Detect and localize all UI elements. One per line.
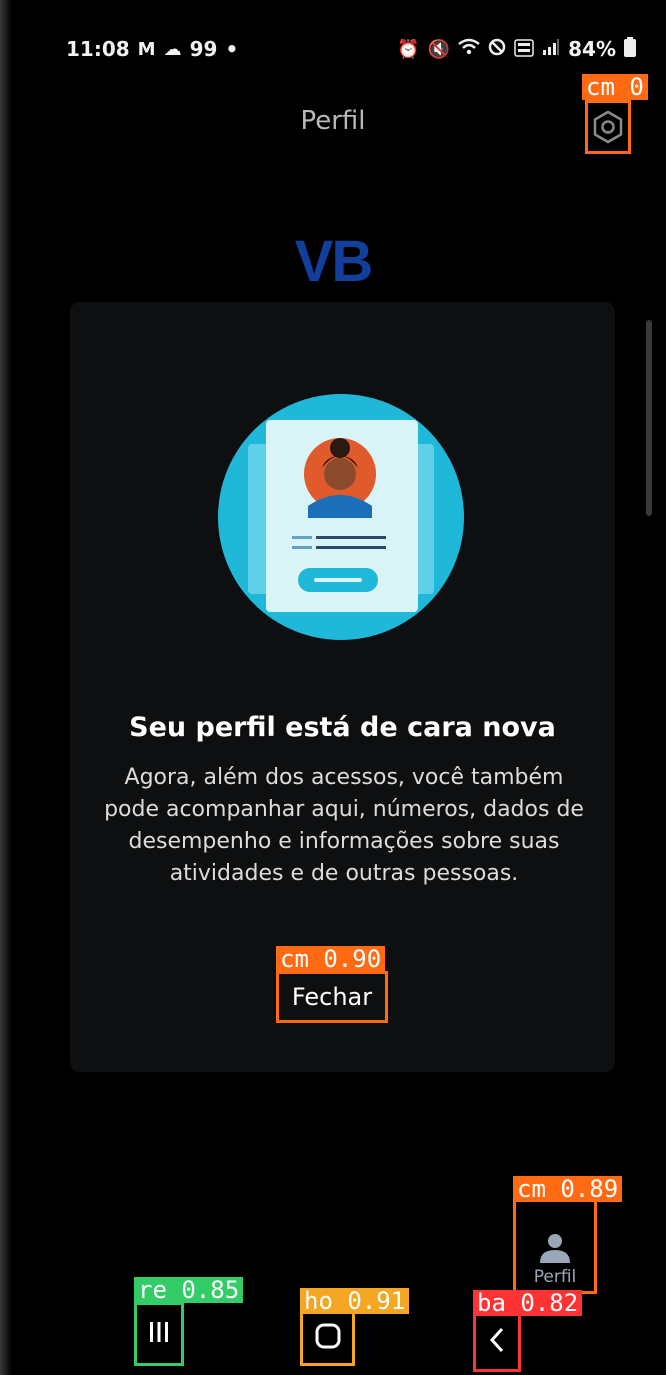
home-icon xyxy=(314,1322,342,1354)
home-button[interactable] xyxy=(300,1310,355,1366)
signal-icon xyxy=(542,38,560,60)
close-button[interactable]: Fechar xyxy=(276,971,388,1023)
status-right: ⏰ 🔇 84% xyxy=(397,36,636,62)
recents-icon xyxy=(146,1319,172,1349)
detection-label-recents: re 0.85 xyxy=(134,1277,244,1303)
settings-hex-icon xyxy=(591,110,625,144)
person-icon xyxy=(538,1233,572,1267)
status-bar: 11:08 M ☁ 99 • ⏰ 🔇 84% xyxy=(66,34,636,64)
modal-body-text: Agora, além dos acessos, você também pod… xyxy=(104,765,584,886)
wifi-icon xyxy=(458,38,480,61)
back-button[interactable] xyxy=(473,1312,521,1372)
battery-percent: 84% xyxy=(568,37,616,61)
do-not-disturb-icon xyxy=(488,38,506,61)
back-chevron-icon xyxy=(487,1325,507,1359)
tab-perfil-label: Perfil xyxy=(533,1267,577,1287)
modal-title: Seu perfil está de cara nova xyxy=(129,712,556,743)
app-logo: VB xyxy=(294,229,374,294)
battery-icon xyxy=(624,36,636,62)
alarm-icon: ⏰ xyxy=(397,38,420,60)
cloud-icon: ☁ xyxy=(163,38,182,60)
settings-button[interactable] xyxy=(585,100,631,154)
profile-card-illustration xyxy=(218,394,464,640)
tab-perfil[interactable]: Perfil xyxy=(513,1198,597,1294)
scrollbar-thumb[interactable] xyxy=(646,320,652,516)
detection-label-close: cm 0.90 xyxy=(276,946,386,972)
device-frame-edge xyxy=(0,0,12,1375)
notification-count: 99 xyxy=(189,37,218,61)
volte-icon xyxy=(514,38,534,60)
mute-icon: 🔇 xyxy=(427,38,451,60)
status-dot: • xyxy=(225,37,239,61)
recents-button[interactable] xyxy=(134,1302,184,1366)
gmail-icon: M xyxy=(137,38,156,60)
detection-label-settings: cm 0 xyxy=(582,74,648,100)
page-title: Perfil xyxy=(300,106,366,136)
status-time: 11:08 xyxy=(66,37,130,61)
status-left: 11:08 M ☁ 99 • xyxy=(66,37,238,61)
